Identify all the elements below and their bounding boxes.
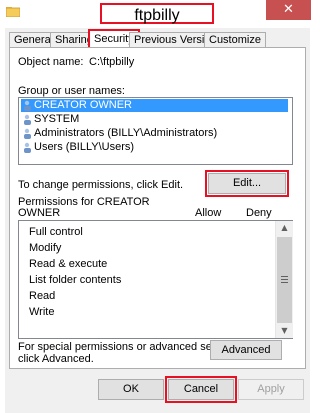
user-group-icon	[24, 142, 31, 153]
user-group-icon	[24, 114, 31, 125]
object-name-value: C:\ftpbilly	[89, 56, 135, 68]
list-item-system[interactable]: SYSTEM	[21, 113, 79, 126]
list-item-users[interactable]: Users (BILLY\Users)	[21, 141, 134, 154]
security-panel: Object name: C:\ftpbilly Group or user n…	[9, 47, 306, 369]
ok-button[interactable]: OK	[98, 379, 164, 400]
object-name-label: Object name:	[18, 56, 84, 68]
advanced-button[interactable]: Advanced	[210, 340, 282, 360]
group-names-label: Group or user names:	[18, 85, 125, 97]
window-title: ftpbilly Properties	[100, 3, 214, 45]
permissions-for-label-line2: OWNER	[18, 207, 61, 219]
scroll-thumb[interactable]	[277, 237, 292, 323]
close-button[interactable]: ✕	[266, 0, 311, 20]
cancel-button[interactable]: Cancel	[165, 376, 237, 403]
change-permissions-text: To change permissions, click Edit.	[18, 179, 184, 191]
tab-customize[interactable]: Customize	[204, 32, 266, 47]
permission-list-folder-contents: List folder contents	[29, 274, 122, 286]
list-item-administrators[interactable]: Administrators (BILLY\Administrators)	[21, 127, 217, 140]
close-icon: ✕	[283, 2, 294, 17]
permission-write: Write	[29, 306, 55, 318]
allow-column-header: Allow	[195, 207, 222, 219]
scroll-up-icon[interactable]: ▲	[276, 223, 293, 232]
list-item-creator-owner[interactable]: CREATOR OWNER	[21, 99, 288, 112]
user-group-icon	[24, 128, 31, 139]
folder-icon	[6, 7, 20, 17]
user-group-icon	[24, 100, 31, 111]
deny-column-header: Deny	[246, 207, 272, 219]
title-bar: ftpbilly Properties ✕	[0, 0, 315, 45]
scroll-grip-icon	[281, 276, 288, 283]
properties-dialog: General Sharing Security Previous Versio…	[5, 28, 310, 413]
permission-read: Read	[29, 290, 56, 302]
special-permissions-text-line2: click Advanced.	[18, 353, 94, 365]
permission-read-execute: Read & execute	[29, 258, 108, 270]
apply-button[interactable]: Apply	[238, 379, 304, 400]
permissions-list[interactable]: Full control Modify Read & execute List …	[18, 220, 293, 339]
permission-full-control: Full control	[29, 226, 83, 238]
edit-button[interactable]: Edit...	[205, 170, 289, 197]
permission-modify: Modify	[29, 242, 62, 254]
special-permissions-text-line1: For special permissions or advanced sett…	[18, 341, 242, 353]
user-list[interactable]: CREATOR OWNER SYSTEM Administrators (BIL…	[18, 97, 293, 165]
permissions-scrollbar[interactable]: ▲ ▼	[275, 221, 293, 338]
scroll-down-icon[interactable]: ▼	[276, 326, 293, 335]
